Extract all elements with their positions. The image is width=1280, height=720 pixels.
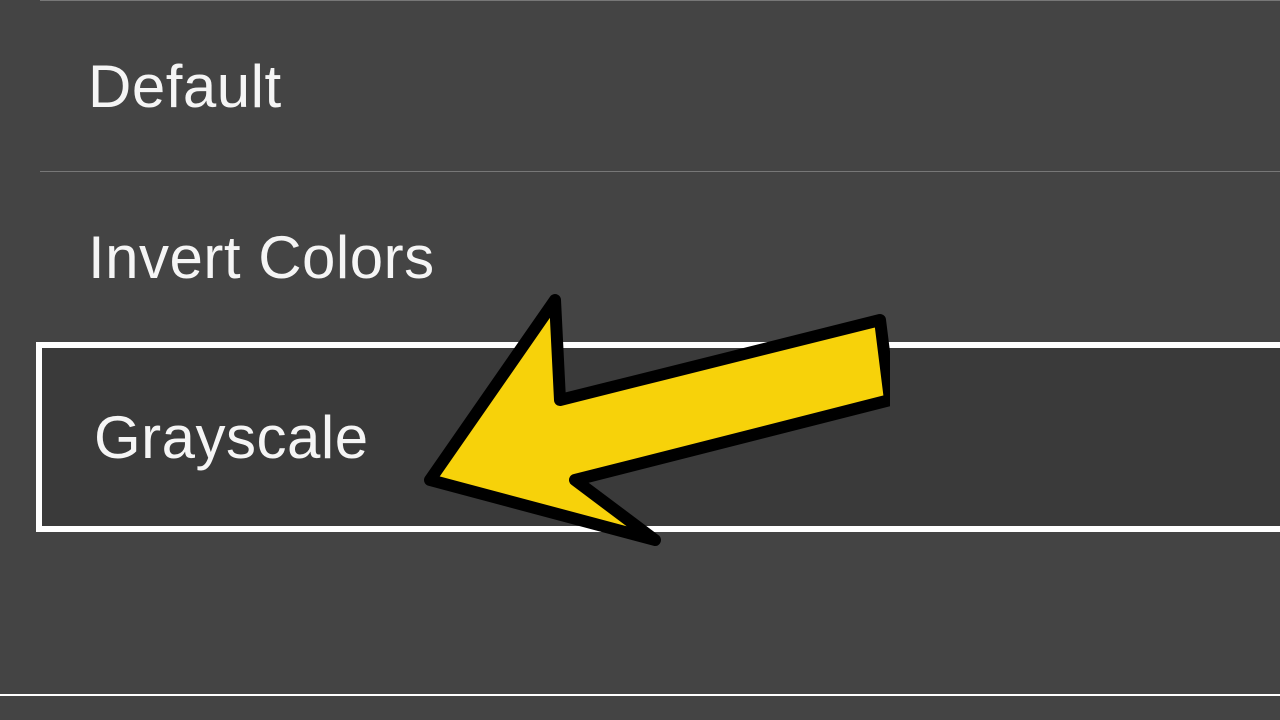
menu-item-invert-colors[interactable]: Invert Colors <box>0 172 1280 342</box>
divider <box>0 694 1280 696</box>
menu-item-label: Default <box>88 52 282 121</box>
menu-item-label: Grayscale <box>94 403 369 472</box>
menu-item-grayscale[interactable]: Grayscale <box>36 342 1280 532</box>
menu-item-label: Invert Colors <box>88 223 435 292</box>
menu-item-default[interactable]: Default <box>0 1 1280 171</box>
menu-list: Default Invert Colors Grayscale <box>0 0 1280 532</box>
